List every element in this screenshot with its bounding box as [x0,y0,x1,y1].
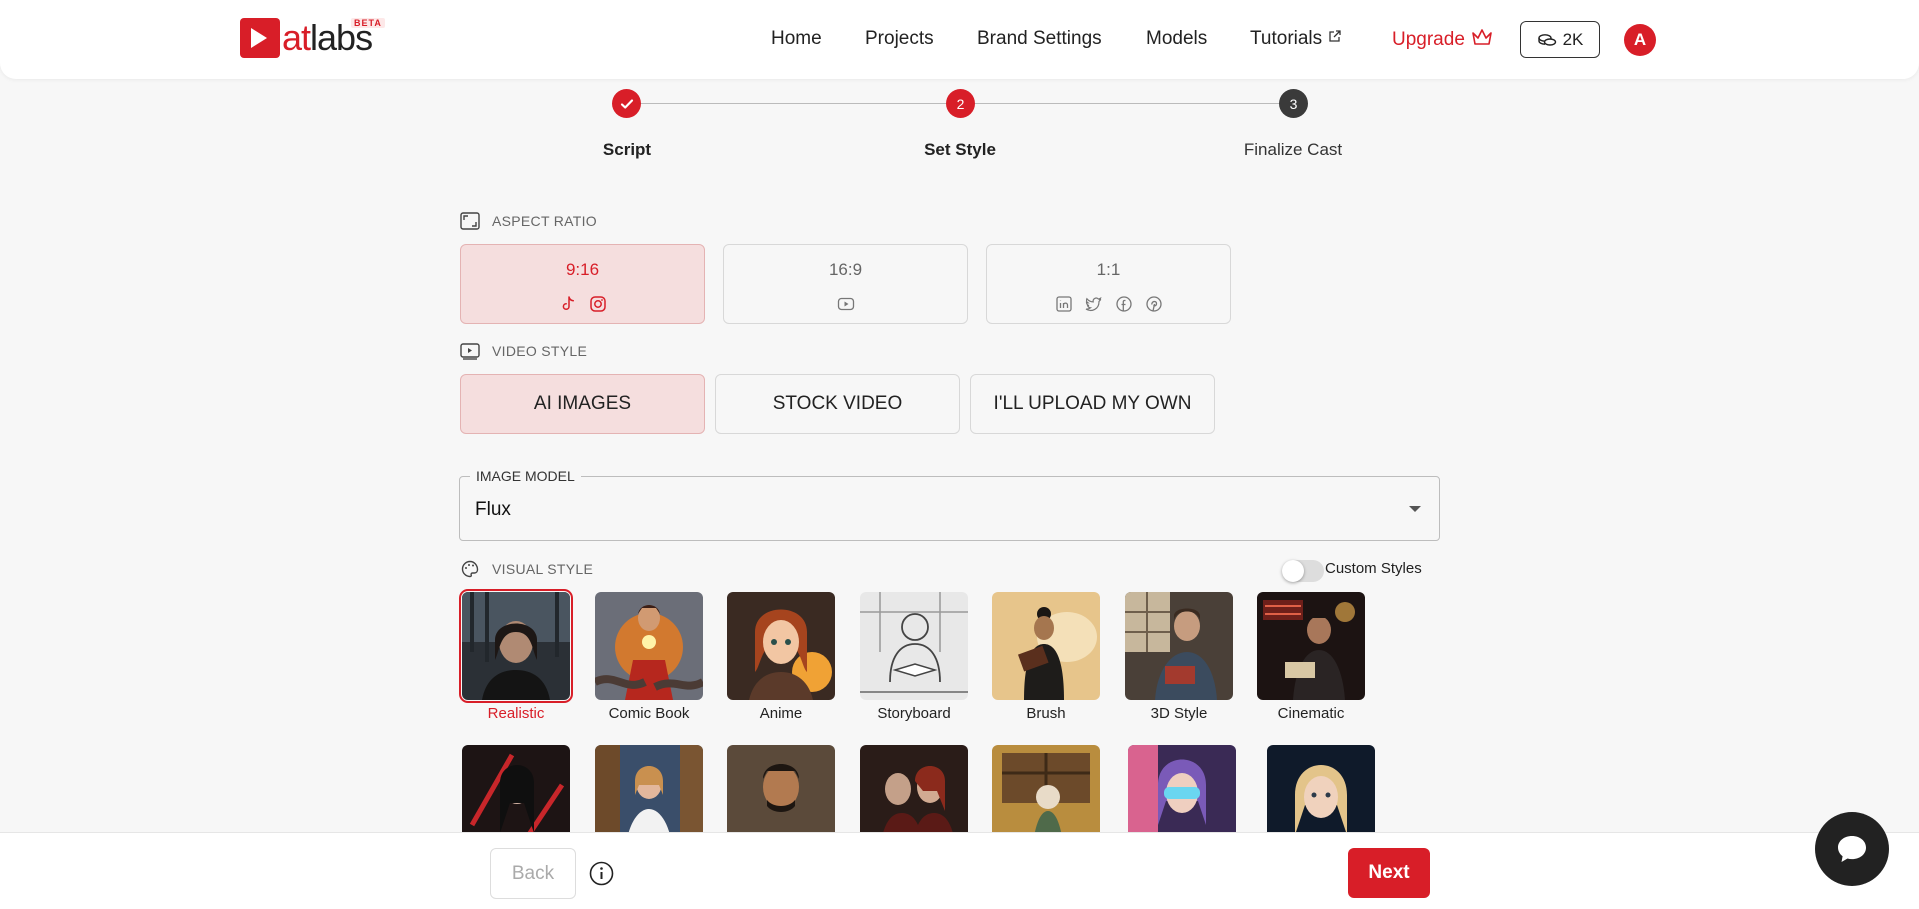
image-model-select[interactable]: IMAGE MODEL Flux [459,468,1440,541]
style-thumb-storyboard[interactable] [860,592,968,700]
credits-count: 2K [1562,29,1584,49]
logo-mark-icon [240,18,280,58]
brush-preview-image [992,592,1100,700]
nav-tutorials[interactable]: Tutorials [1250,28,1342,50]
tiktok-icon [562,296,574,311]
step-3-label[interactable]: Finalize Cast [1244,140,1342,160]
aspect-option-9-16[interactable]: 9:16 [460,244,705,324]
step-connector-2 [975,103,1279,104]
nav-upgrade[interactable]: Upgrade [1392,28,1493,51]
image-model-label: IMAGE MODEL [470,468,581,484]
style-label-3d-style: 3D Style [1150,705,1208,722]
aspect-ratio-section-label: ASPECT RATIO [460,212,597,230]
custom-styles-label: Custom Styles [1325,560,1422,577]
pinterest-icon [1145,296,1162,312]
aspect-option-value: 1:1 [1096,260,1121,279]
chat-widget-button[interactable] [1815,812,1889,886]
nav-upgrade-label: Upgrade [1392,29,1465,50]
credits-button[interactable]: 2K [1520,21,1600,58]
step-connector-1 [640,103,946,104]
logo-text-accent: at [282,17,311,58]
next-button[interactable]: Next [1348,848,1430,898]
aspect-option-value: 16:9 [828,260,863,279]
crown-icon [1472,29,1492,45]
step-3-indicator[interactable]: 3 [1279,89,1308,118]
aspect-option-16-9[interactable]: 16:9 [723,244,968,324]
style-label-cinematic: Cinematic [1277,705,1345,722]
style-label-storyboard: Storyboard [877,705,951,722]
video-style-stock-video[interactable]: STOCK VIDEO [715,374,960,434]
nav-projects[interactable]: Projects [865,28,934,50]
video-style-label: VIDEO STYLE [492,343,588,359]
image-model-value: Flux [475,499,511,520]
visual-style-section-label: VISUAL STYLE [460,560,593,578]
style-thumb-comic-book[interactable] [595,592,703,700]
external-link-icon [1329,30,1341,42]
back-button[interactable]: Back [490,848,576,899]
dropdown-caret-icon [1409,506,1421,512]
style-label-brush: Brush [1026,705,1066,722]
step-1-label[interactable]: Script [603,140,651,160]
style-thumb-cinematic[interactable] [1257,592,1365,700]
custom-styles-toggle[interactable] [1282,560,1324,582]
video-icon [460,343,480,360]
nav-home[interactable]: Home [771,28,822,50]
style-label-comic-book: Comic Book [608,705,690,722]
info-icon[interactable] [589,861,614,886]
style-thumb-anime[interactable] [727,592,835,700]
nav-brand-settings[interactable]: Brand Settings [977,28,1102,50]
visual-style-label: VISUAL STYLE [492,561,594,577]
top-header: atlabs BETA Home Projects Brand Settings… [0,0,1919,79]
user-avatar[interactable]: A [1624,24,1656,56]
aspect-ratio-icon [460,212,480,230]
cinematic-preview-image [1257,592,1365,700]
style-thumb-3d-style[interactable] [1125,592,1233,700]
comic-book-preview-image [595,592,703,700]
step-2-indicator[interactable]: 2 [946,89,975,118]
style-thumb-realistic[interactable] [459,589,573,703]
step-1-indicator[interactable] [612,89,641,118]
realistic-preview-image [462,592,570,700]
nav-models[interactable]: Models [1146,28,1207,50]
chat-icon [1838,836,1866,862]
linkedin-icon [1055,296,1072,312]
coins-icon [1537,33,1556,46]
style-label-anime: Anime [759,705,803,722]
toggle-knob [1282,560,1304,582]
nav-tutorials-label: Tutorials [1250,28,1323,49]
beta-badge: BETA [351,18,385,28]
video-style-ai-images[interactable]: AI IMAGES [460,374,705,434]
aspect-ratio-label: ASPECT RATIO [492,213,597,229]
3d-style-preview-image [1125,592,1233,700]
aspect-option-1-1[interactable]: 1:1 [986,244,1231,324]
video-style-upload-own[interactable]: I'LL UPLOAD MY OWN [970,374,1215,434]
anime-preview-image [727,592,835,700]
checkmark-icon [620,98,633,109]
style-label-realistic: Realistic [487,705,545,722]
instagram-icon [589,296,606,312]
style-thumb-brush[interactable] [992,592,1100,700]
aspect-option-value: 9:16 [565,260,600,279]
palette-icon [461,560,479,578]
storyboard-preview-image [860,592,968,700]
step-2-label[interactable]: Set Style [924,140,996,160]
facebook-icon [1115,296,1132,312]
youtube-icon [837,297,854,311]
twitter-icon [1085,296,1102,311]
video-style-section-label: VIDEO STYLE [460,342,587,360]
footer-bar [0,832,1919,909]
